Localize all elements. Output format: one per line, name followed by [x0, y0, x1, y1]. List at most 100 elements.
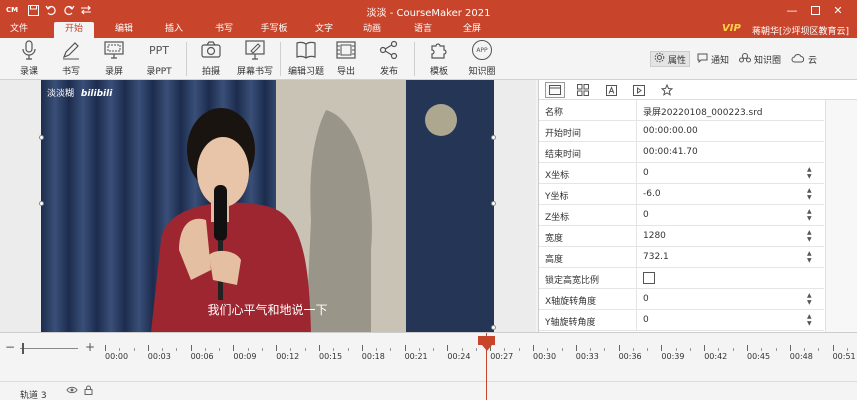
- property-value[interactable]: 0: [643, 315, 649, 325]
- zoom-in-button[interactable]: +: [85, 340, 95, 354]
- spinner-arrows-icon[interactable]: ▲ ▼: [807, 229, 812, 243]
- ruler-minor-tick: [176, 348, 178, 351]
- app-icon-text: APP: [476, 46, 488, 54]
- menu-fullscreen[interactable]: 全屏: [456, 22, 488, 38]
- template-button[interactable]: 模板: [417, 40, 461, 78]
- resize-handle[interactable]: [39, 201, 44, 206]
- ruler-tick: [105, 345, 106, 351]
- ruler-minor-tick: [689, 348, 691, 351]
- lock-icon[interactable]: [84, 385, 93, 398]
- timeline: − + 00:00 00:03 00:06 00:09 00:12 00:15 00:18 0…: [0, 332, 857, 400]
- zoom-out-button[interactable]: −: [5, 340, 15, 354]
- properties-scrollbar[interactable]: [825, 100, 857, 332]
- property-value[interactable]: 00:00:41.70: [643, 147, 698, 157]
- spinner-arrows-icon[interactable]: ▲ ▼: [807, 166, 812, 180]
- ruler-minor-tick: [376, 348, 378, 351]
- notification-button[interactable]: 通知: [694, 51, 732, 67]
- screen-record-button[interactable]: 录屏: [92, 40, 136, 78]
- spinner-arrows-icon[interactable]: ▲ ▼: [807, 313, 812, 327]
- timeline-zoom-control: − +: [0, 333, 100, 363]
- ruler-minor-tick: [290, 348, 292, 351]
- zoom-slider-thumb[interactable]: [22, 343, 24, 354]
- ruler-label: 00:33: [575, 352, 599, 361]
- play-tab-icon[interactable]: [629, 82, 649, 98]
- ruler-tick: [233, 345, 235, 351]
- ruler-label: 00:09: [233, 352, 257, 361]
- menu-edit[interactable]: 编辑: [108, 22, 140, 38]
- close-button[interactable]: ✕: [830, 2, 846, 18]
- menu-file[interactable]: 文件: [3, 22, 35, 38]
- maximize-button[interactable]: [807, 2, 823, 18]
- resize-handle[interactable]: [39, 135, 44, 140]
- resize-handle[interactable]: [491, 135, 496, 140]
- resize-handle[interactable]: [491, 201, 496, 206]
- menu-language[interactable]: 语言: [407, 22, 439, 38]
- property-value[interactable]: 1280: [643, 231, 666, 241]
- menu-animation[interactable]: 动画: [356, 22, 388, 38]
- menu-tablet[interactable]: 手写板: [256, 22, 292, 38]
- property-row-lock-ratio: 锁定高宽比例: [539, 268, 824, 289]
- record-lesson-button[interactable]: 录课: [7, 40, 51, 78]
- publish-button[interactable]: 发布: [367, 40, 411, 78]
- property-value[interactable]: 0: [643, 168, 649, 178]
- property-row-start-time: 开始时间 00:00:00.00: [539, 121, 824, 142]
- capture-button[interactable]: 拍摄: [189, 40, 233, 78]
- property-value[interactable]: 732.1: [643, 252, 669, 262]
- property-value[interactable]: 0: [643, 210, 649, 220]
- minimize-button[interactable]: —: [784, 2, 800, 18]
- layout-tab-icon[interactable]: [545, 82, 565, 98]
- property-value[interactable]: 00:00:00.00: [643, 126, 698, 136]
- screen-write-button[interactable]: 屏幕书写: [232, 40, 278, 78]
- eye-icon[interactable]: [66, 386, 78, 397]
- property-value[interactable]: -6.0: [643, 189, 661, 199]
- zoom-slider-track[interactable]: [20, 348, 78, 349]
- record-ppt-label: 录PPT: [146, 67, 172, 77]
- star-tab-icon[interactable]: [657, 82, 677, 98]
- ruler-minor-tick: [475, 348, 477, 351]
- ruler-tick: [704, 345, 706, 351]
- ruler-minor-tick: [761, 348, 763, 351]
- menu-start[interactable]: 开始: [54, 22, 94, 38]
- title-bar: CM 淡淡 - CourseMaker 2021 — ✕: [0, 0, 857, 20]
- menu-text[interactable]: 文字: [308, 22, 340, 38]
- ruler-minor-tick: [804, 348, 806, 351]
- ruler-label: 00:00: [105, 352, 129, 361]
- resize-handle[interactable]: [491, 325, 496, 330]
- ruler-tick: [361, 345, 363, 351]
- ruler-label: 00:39: [661, 352, 685, 361]
- ribbon-separator: [414, 42, 415, 76]
- camera-icon: [200, 40, 222, 60]
- ruler-label: 00:30: [533, 352, 557, 361]
- property-value[interactable]: 0: [643, 294, 649, 304]
- playhead-line[interactable]: [486, 333, 487, 400]
- spinner-arrows-icon[interactable]: ▲ ▼: [807, 250, 812, 264]
- knowledge-circle-side-button[interactable]: 知识圈: [736, 51, 784, 67]
- property-key: 锁定高宽比例: [545, 276, 600, 286]
- grid-tab-icon[interactable]: [573, 82, 593, 98]
- ppt-icon: PPT: [148, 40, 170, 60]
- menu-write[interactable]: 书写: [208, 22, 240, 38]
- record-ppt-button[interactable]: PPT 录PPT: [136, 40, 182, 78]
- text-tab-icon[interactable]: [601, 82, 621, 98]
- user-name[interactable]: 蒋朝华[沙坪坝区教育云]: [752, 24, 849, 37]
- menu-insert[interactable]: 插入: [158, 22, 190, 38]
- vip-badge[interactable]: VIP: [722, 23, 741, 34]
- spinner-arrows-icon[interactable]: ▲ ▼: [807, 187, 812, 201]
- ruler-tick: [618, 345, 620, 351]
- video-preview[interactable]: 淡淡糊 bilibili 我们心平气和地说一下: [41, 80, 494, 332]
- spinner-arrows-icon[interactable]: ▲ ▼: [807, 208, 812, 222]
- knowledge-circle-button[interactable]: APP 知识圈: [460, 40, 504, 78]
- ribbon-toolbar: 录课 书写 录屏 PPT 录PPT 拍摄 屏幕书写 编辑习题 导出 发布 模板 …: [0, 38, 857, 80]
- properties-button[interactable]: 属性: [650, 51, 691, 67]
- screen-record-label: 录屏: [104, 67, 123, 77]
- property-value[interactable]: 录屏20220108_000223.srd: [643, 105, 762, 118]
- ruler-label: 00:21: [404, 352, 428, 361]
- ruler-minor-tick: [133, 348, 135, 351]
- write-button[interactable]: 书写: [49, 40, 93, 78]
- export-button[interactable]: 导出: [324, 40, 368, 78]
- cloud-button[interactable]: 云: [788, 51, 820, 67]
- spinner-arrows-icon[interactable]: ▲ ▼: [807, 292, 812, 306]
- ruler-label: 00:15: [319, 352, 343, 361]
- lock-ratio-checkbox[interactable]: [643, 272, 655, 284]
- edit-exercise-button[interactable]: 编辑习题: [283, 40, 329, 78]
